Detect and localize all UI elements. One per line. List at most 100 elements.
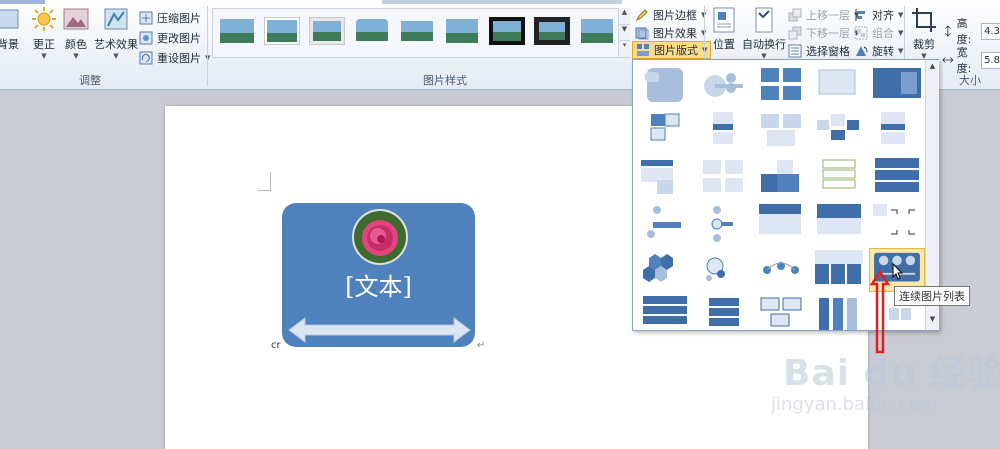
pencil-icon xyxy=(635,9,648,22)
layout-option[interactable] xyxy=(811,202,867,246)
group-button[interactable]: 组合 ▼ xyxy=(854,24,903,42)
chevron-up-icon[interactable]: ▲ xyxy=(926,62,939,75)
style-thumb[interactable] xyxy=(534,17,570,45)
paragraph-mark: ↵ xyxy=(477,340,486,351)
layout-option[interactable] xyxy=(637,202,693,246)
position-icon xyxy=(713,7,735,33)
layout-option[interactable] xyxy=(753,294,809,338)
chevron-up-icon[interactable]: ▲ xyxy=(619,8,630,25)
layout-option[interactable] xyxy=(753,110,809,154)
group-icon xyxy=(854,26,868,40)
bring-forward-button[interactable]: 上移一层 ▼ xyxy=(788,6,859,24)
watermark-url: jingyan.baidu.com xyxy=(771,394,938,415)
background-icon xyxy=(0,9,19,29)
send-backward-icon xyxy=(788,26,802,40)
style-thumb[interactable] xyxy=(354,17,390,45)
compress-pictures-label: 压缩图片 xyxy=(157,12,201,25)
align-label: 对齐 xyxy=(872,9,894,22)
corrections-button[interactable]: 更正 ▼ xyxy=(30,6,58,60)
align-button[interactable]: 对齐 ▼ xyxy=(854,6,903,24)
picture-layout-button[interactable]: 图片版式 ▼ xyxy=(632,41,712,59)
layout-option[interactable] xyxy=(637,64,693,108)
layout-option[interactable] xyxy=(753,156,809,200)
ribbon-tab-accent xyxy=(0,0,45,4)
send-backward-button[interactable]: 下移一层 ▼ xyxy=(788,24,859,42)
style-thumb[interactable] xyxy=(219,17,255,45)
layout-option[interactable] xyxy=(753,64,809,108)
chevron-down-icon: ▼ xyxy=(113,52,119,60)
wrap-text-button[interactable]: 自动换行 ▼ xyxy=(742,6,786,60)
adjust-group-label: 调整 xyxy=(79,74,101,87)
color-button[interactable]: 颜色 ▼ xyxy=(62,6,90,60)
layout-option[interactable] xyxy=(695,110,751,154)
layout-option[interactable] xyxy=(811,156,867,200)
chevron-down-icon[interactable]: ▼ xyxy=(619,25,630,42)
reset-picture-button[interactable]: 重设图片 ▼ xyxy=(139,49,210,67)
compress-pictures-button[interactable]: 压缩图片 xyxy=(139,9,201,27)
layout-option[interactable] xyxy=(695,202,751,246)
layout-option[interactable] xyxy=(637,294,693,338)
ribbon-tab-accent xyxy=(382,0,622,4)
change-picture-button[interactable]: 更改图片 xyxy=(139,29,201,47)
layout-option[interactable] xyxy=(753,202,809,246)
style-thumb[interactable] xyxy=(579,17,615,45)
layout-option[interactable] xyxy=(637,248,693,292)
smartart-text-placeholder[interactable]: [文本] xyxy=(282,267,475,302)
layout-option[interactable] xyxy=(695,294,751,338)
style-thumb[interactable] xyxy=(399,17,435,45)
width-icon xyxy=(942,57,954,63)
double-arrow-icon xyxy=(288,317,471,343)
style-thumb[interactable] xyxy=(489,17,525,45)
picture-layout-label: 图片版式 xyxy=(654,44,698,57)
corrections-label: 更正 xyxy=(33,38,55,51)
more-icon[interactable]: ▾ xyxy=(619,41,630,59)
rotate-button[interactable]: 旋转 ▼ xyxy=(854,42,903,60)
chevron-down-icon: ▼ xyxy=(41,52,47,60)
layout-option[interactable] xyxy=(811,64,867,108)
reset-picture-icon xyxy=(139,51,153,65)
effects-icon xyxy=(635,27,649,40)
reset-picture-label: 重设图片 xyxy=(157,52,201,65)
artistic-effects-button[interactable]: 艺术效果 ▼ xyxy=(94,6,138,60)
width-input[interactable]: 5.8 xyxy=(981,51,1000,69)
layout-option[interactable] xyxy=(753,248,809,292)
crop-label: 裁剪 xyxy=(913,38,935,51)
watermark-logo: Bai du 经验 xyxy=(783,353,1000,394)
layout-option[interactable] xyxy=(811,248,867,292)
position-button[interactable]: 位置 xyxy=(710,6,738,52)
layout-option[interactable] xyxy=(637,156,693,200)
cr-mark: cr xyxy=(271,340,281,351)
layout-option[interactable] xyxy=(695,64,751,108)
picture-border-button[interactable]: 图片边框 ▼ xyxy=(635,6,706,24)
picture-styles-gallery[interactable] xyxy=(212,8,630,58)
layout-option[interactable] xyxy=(869,110,925,154)
bring-forward-icon xyxy=(788,8,802,22)
layout-option[interactable] xyxy=(869,64,925,108)
layout-option[interactable] xyxy=(811,110,867,154)
style-thumb[interactable] xyxy=(309,17,345,45)
picture-border-label: 图片边框 xyxy=(653,9,697,22)
layout-option[interactable] xyxy=(869,202,925,246)
layout-option[interactable] xyxy=(869,156,925,200)
style-thumb[interactable] xyxy=(444,17,480,45)
picture-effects-button[interactable]: 图片效果 ▼ xyxy=(635,24,706,42)
picture-layout-gallery: ▲ ▼ xyxy=(632,59,939,331)
picture-placeholder[interactable] xyxy=(352,209,408,265)
mouse-cursor-icon xyxy=(892,263,903,280)
remove-background-button[interactable]: 背景 xyxy=(0,6,22,52)
crop-button[interactable]: 裁剪 ▼ xyxy=(910,6,938,60)
group-separator xyxy=(207,6,208,86)
sun-icon xyxy=(32,7,56,31)
height-input[interactable]: 4.3 xyxy=(981,22,1000,40)
smartart-shape[interactable]: [文本] xyxy=(282,203,475,347)
layout-option[interactable] xyxy=(695,156,751,200)
style-thumb[interactable] xyxy=(264,17,300,45)
artistic-effects-icon xyxy=(104,8,128,30)
layout-option[interactable] xyxy=(811,294,867,338)
chevron-down-icon[interactable]: ▼ xyxy=(926,315,939,328)
layout-option[interactable] xyxy=(695,248,751,292)
selection-pane-button[interactable]: 选择窗格 xyxy=(788,42,850,60)
height-icon xyxy=(945,25,951,37)
layout-option[interactable] xyxy=(637,110,693,154)
gallery-scroll[interactable]: ▲ ▼ ▾ xyxy=(618,8,630,59)
